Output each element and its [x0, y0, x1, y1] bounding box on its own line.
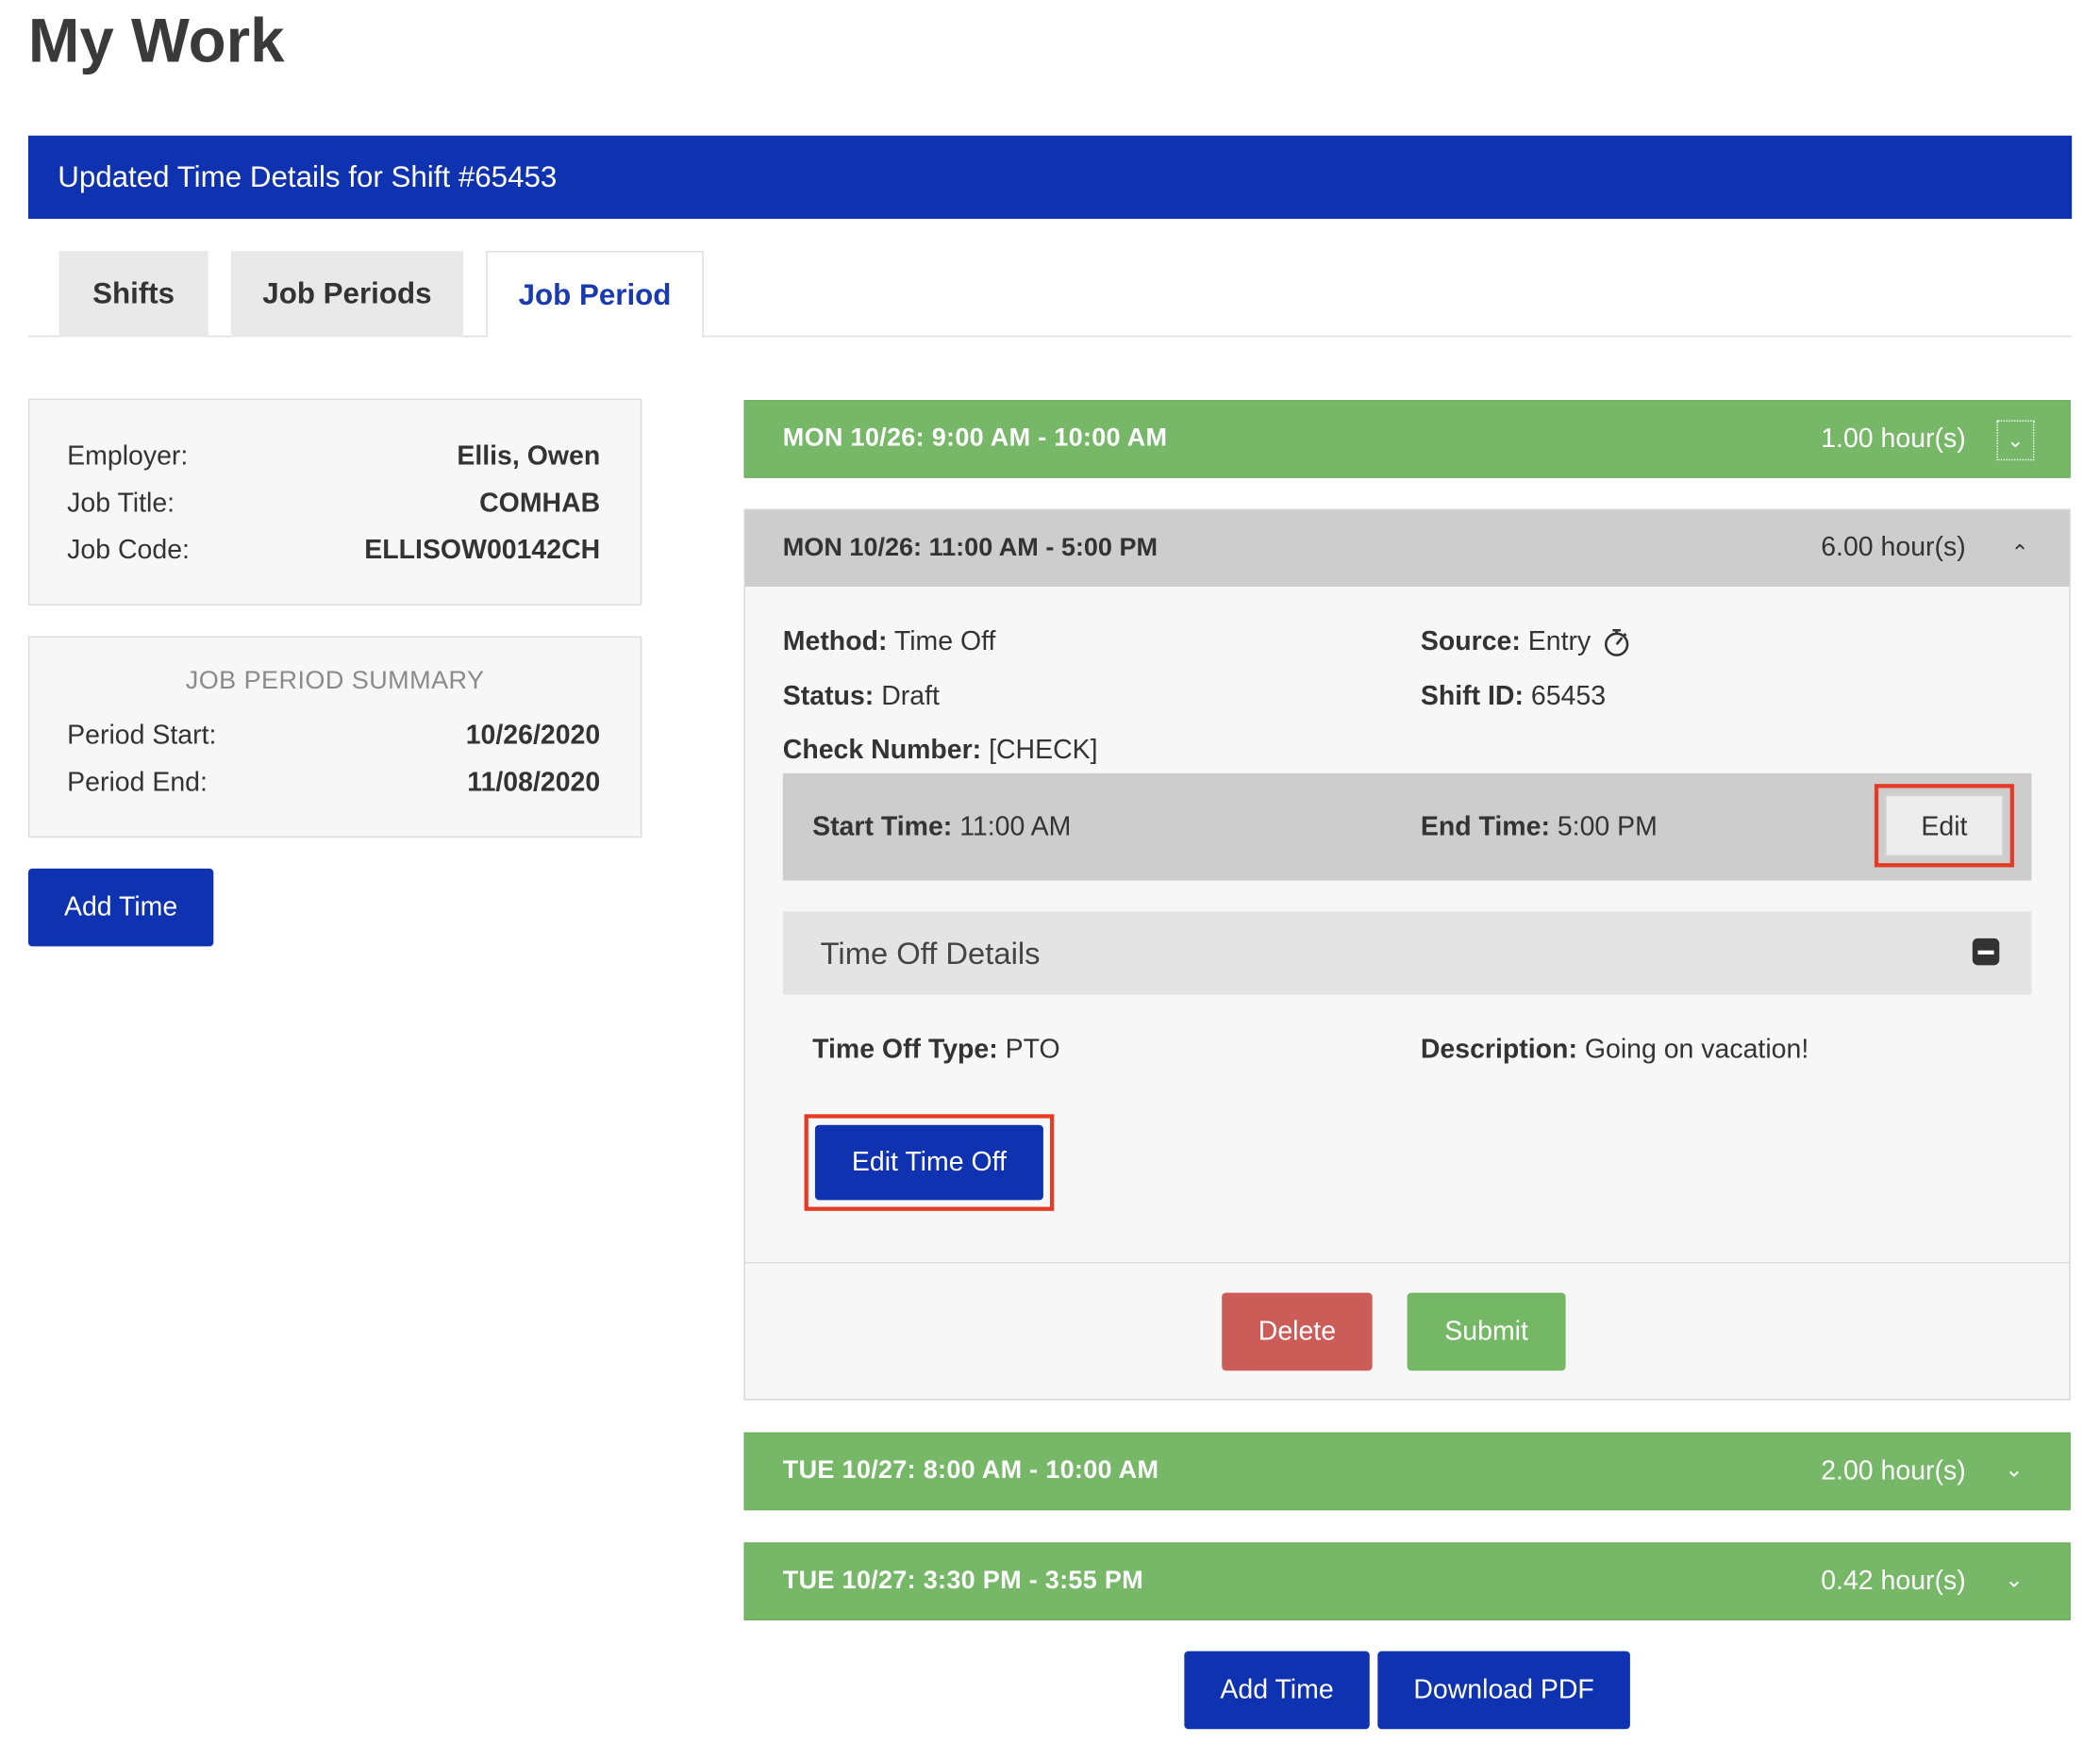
chevron-up-icon[interactable]: ⌃ — [2011, 516, 2029, 592]
summary-title: JOB PERIOD SUMMARY — [185, 667, 485, 696]
shift-label: MON 10/26: 11:00 AM - 5:00 PM — [782, 534, 1158, 563]
time-off-details-title: Time Off Details — [820, 936, 1041, 971]
shift-hours: 6.00 hour(s) — [1821, 533, 1966, 563]
employer-label: Employer: — [67, 441, 189, 472]
shift-hours: 1.00 hour(s) — [1821, 423, 1966, 455]
method-label: Method: — [782, 626, 888, 656]
source-label: Source: — [1420, 626, 1521, 656]
time-range-row: Start Time: 11:00 AM End Time: 5:00 PM E… — [782, 772, 2032, 881]
period-start-value: 10/26/2020 — [465, 721, 601, 751]
shift-id-field: Shift ID: 65453 — [1421, 678, 1606, 716]
edit-time-off-highlight: Edit Time Off — [804, 1114, 1055, 1211]
add-time-button-left[interactable]: Add Time — [27, 868, 214, 947]
chevron-down-icon[interactable]: ⌄ — [1996, 1544, 2031, 1619]
time-off-details-header[interactable]: Time Off Details — [782, 911, 2032, 995]
end-time-field: End Time: 5:00 PM — [1421, 808, 1658, 846]
edit-time-button[interactable]: Edit — [1885, 794, 2004, 857]
shift-row-expanded[interactable]: MON 10/26: 11:00 AM - 5:00 PM 6.00 hour(… — [744, 509, 2070, 587]
time-off-type-label: Time Off Type: — [812, 1035, 998, 1065]
job-code-row: Job Code: ELLISOW00142CH — [29, 527, 641, 574]
shift-row[interactable]: TUE 10/27: 3:30 PM - 3:55 PM 0.42 hour(s… — [743, 1542, 2071, 1620]
expanded-shift-panel: MON 10/26: 11:00 AM - 5:00 PM 6.00 hour(… — [743, 508, 2071, 1401]
shift-id-label: Shift ID: — [1420, 682, 1524, 712]
check-number-value: [CHECK] — [989, 735, 1098, 766]
time-off-type-value: PTO — [1005, 1035, 1060, 1065]
description-field: Description: Going on vacation! — [1421, 1031, 1808, 1069]
period-start-row: Period Start: 10/26/2020 — [29, 713, 641, 760]
check-number-label: Check Number: — [782, 735, 982, 766]
download-pdf-button[interactable]: Download PDF — [1377, 1651, 1630, 1730]
shift-row[interactable]: MON 10/26: 9:00 AM - 10:00 AM 1.00 hour(… — [743, 400, 2071, 478]
collapse-minus-icon[interactable] — [1972, 938, 2000, 966]
job-title-row: Job Title: COMHAB — [29, 481, 641, 528]
period-end-row: Period End: 11/08/2020 — [29, 760, 641, 807]
add-time-button[interactable]: Add Time — [1184, 1651, 1370, 1730]
employer-row: Employer: Ellis, Owen — [29, 434, 641, 481]
method-field: Method: Time Off — [783, 622, 996, 660]
period-end-label: Period End: — [67, 768, 208, 798]
job-code-value: ELLISOW00142CH — [364, 535, 601, 566]
shift-id-value: 65453 — [1530, 682, 1607, 712]
description-label: Description: — [1420, 1035, 1577, 1065]
page-title: My Work — [27, 5, 285, 75]
employee-info-panel: Employer: Ellis, Owen Job Title: COMHAB … — [27, 398, 642, 606]
stopwatch-icon — [1605, 628, 1629, 656]
tab-job-periods[interactable]: Job Periods — [230, 251, 464, 338]
start-time-value: 11:00 AM — [959, 812, 1072, 842]
shift-hours: 2.00 hour(s) — [1821, 1456, 1966, 1486]
period-end-value: 11/08/2020 — [467, 768, 601, 798]
job-title-label: Job Title: — [67, 489, 175, 519]
page: My Work Updated Time Details for Shift #… — [0, 0, 2100, 1742]
source-field: Source: Entry — [1421, 622, 1630, 660]
shift-row[interactable]: TUE 10/27: 8:00 AM - 10:00 AM 2.00 hour(… — [743, 1432, 2071, 1511]
job-title-value: COMHAB — [479, 489, 601, 519]
start-time-field: Start Time: 11:00 AM — [812, 808, 1071, 846]
delete-button[interactable]: Delete — [1222, 1292, 1373, 1371]
time-off-type-field: Time Off Type: PTO — [812, 1031, 1060, 1069]
tab-shifts[interactable]: Shifts — [58, 251, 208, 338]
shift-label: TUE 10/27: 3:30 PM - 3:55 PM — [782, 1566, 1143, 1595]
status-label: Status: — [782, 682, 875, 712]
tab-job-period[interactable]: Job Period — [486, 251, 704, 339]
method-value: Time Off — [893, 626, 996, 656]
source-value: Entry — [1527, 626, 1592, 656]
description-value: Going on vacation! — [1584, 1035, 1809, 1065]
shift-label: MON 10/26: 9:00 AM - 10:00 AM — [782, 423, 1168, 453]
chevron-down-icon[interactable]: ⌄ — [1996, 420, 2035, 461]
period-start-label: Period Start: — [67, 721, 217, 751]
end-time-label: End Time: — [1420, 812, 1550, 842]
chevron-down-icon[interactable]: ⌄ — [1996, 1434, 2031, 1509]
job-period-summary-panel: JOB PERIOD SUMMARY Period Start: 10/26/2… — [27, 636, 642, 838]
status-value: Draft — [881, 682, 940, 712]
start-time-label: Start Time: — [812, 812, 953, 842]
submit-button[interactable]: Submit — [1407, 1292, 1566, 1371]
check-number-field: Check Number: [CHECK] — [783, 732, 1098, 770]
job-code-label: Job Code: — [67, 535, 190, 566]
status-field: Status: Draft — [783, 678, 940, 716]
panel-divider — [744, 1261, 2070, 1264]
edit-time-off-button[interactable]: Edit Time Off — [814, 1124, 1043, 1201]
notification-banner: Updated Time Details for Shift #65453 — [27, 135, 2073, 219]
edit-highlight: Edit — [1874, 784, 2014, 868]
shift-label: TUE 10/27: 8:00 AM - 10:00 AM — [782, 1456, 1159, 1486]
shift-hours: 0.42 hour(s) — [1821, 1566, 1966, 1597]
employer-value: Ellis, Owen — [457, 441, 601, 472]
end-time-value: 5:00 PM — [1557, 812, 1658, 842]
